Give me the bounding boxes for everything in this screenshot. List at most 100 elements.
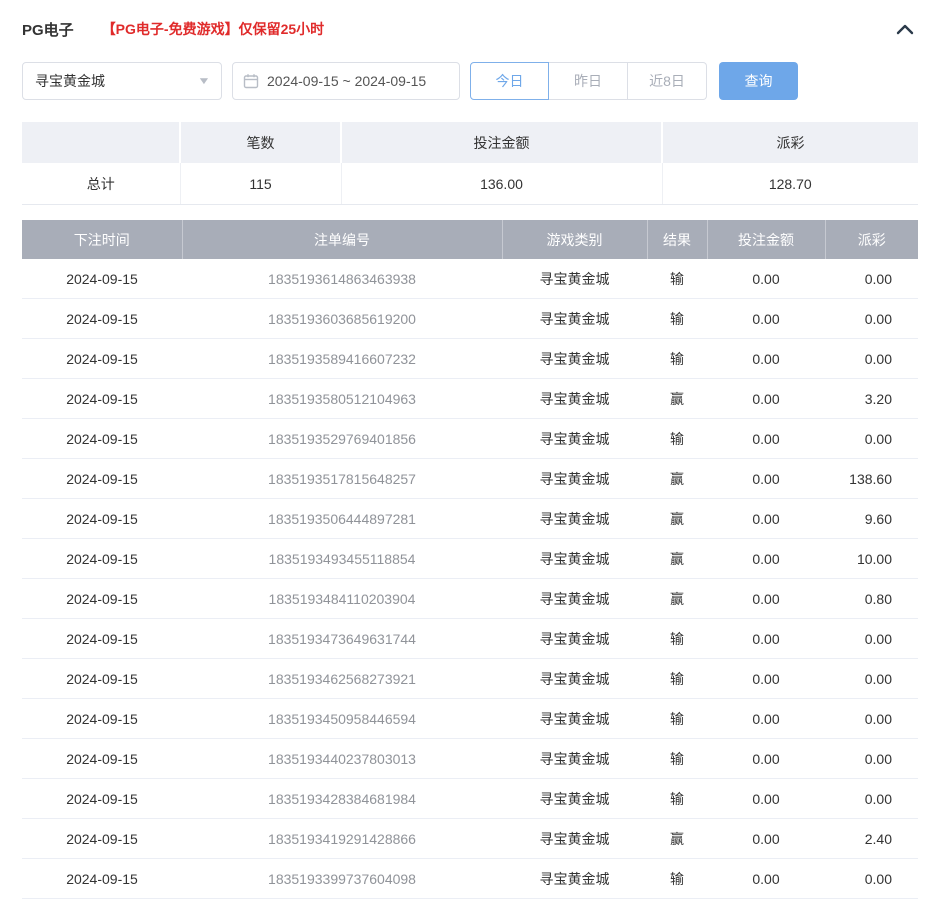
payout-cell: 3.20 [825, 379, 918, 419]
summary-table: 笔数 投注金额 派彩 总计 115 136.00 128.70 [22, 122, 918, 205]
game-type-cell: 寻宝黄金城 [502, 619, 647, 659]
quick-range-yesterday-button[interactable]: 昨日 [549, 62, 628, 100]
game-type-cell: 寻宝黄金城 [502, 859, 647, 899]
caret-down-icon: ▼ [197, 76, 211, 87]
bet-table-header-row: 下注时间 注单编号 游戏类别 结果 投注金额 派彩 [22, 220, 918, 259]
payout-cell: 0.00 [825, 619, 918, 659]
payout-cell: 0.00 [825, 259, 918, 299]
result-cell: 赢 [647, 539, 707, 579]
payout-cell: 0.00 [825, 339, 918, 379]
game-type-cell: 寻宝黄金城 [502, 699, 647, 739]
quick-range-group: 今日 昨日 近8日 [470, 62, 707, 100]
column-header-bet-time: 下注时间 [22, 220, 182, 259]
bet-amount-cell: 0.00 [707, 339, 825, 379]
game-type-cell: 寻宝黄金城 [502, 739, 647, 779]
bet-amount-cell: 0.00 [707, 539, 825, 579]
summary-total-row: 总计 115 136.00 128.70 [22, 163, 918, 205]
quick-range-8days-button[interactable]: 近8日 [628, 62, 707, 100]
bet-amount-cell: 0.00 [707, 419, 825, 459]
bet-table: 下注时间 注单编号 游戏类别 结果 投注金额 派彩 2024-09-151835… [22, 220, 918, 899]
bet-table-row: 2024-09-151835193428384681984寻宝黄金城输0.000… [22, 779, 918, 819]
bet-id-cell: 1835193399737604098 [182, 859, 502, 899]
bet-time-cell: 2024-09-15 [22, 699, 182, 739]
bet-amount-cell: 0.00 [707, 739, 825, 779]
result-cell: 输 [647, 779, 707, 819]
bet-amount-cell: 0.00 [707, 859, 825, 899]
calendar-icon [243, 73, 259, 89]
bet-time-cell: 2024-09-15 [22, 819, 182, 859]
bet-time-cell: 2024-09-15 [22, 419, 182, 459]
summary-header-count: 笔数 [180, 122, 341, 163]
game-select-value: 寻宝黄金城 [35, 71, 105, 91]
result-cell: 赢 [647, 459, 707, 499]
game-select[interactable]: 寻宝黄金城 ▼ [22, 62, 222, 100]
game-type-cell: 寻宝黄金城 [502, 499, 647, 539]
bet-table-row: 2024-09-151835193493455118854寻宝黄金城赢0.001… [22, 539, 918, 579]
bet-table-row: 2024-09-151835193462568273921寻宝黄金城输0.000… [22, 659, 918, 699]
result-cell: 赢 [647, 819, 707, 859]
payout-cell: 0.00 [825, 419, 918, 459]
column-header-result: 结果 [647, 220, 707, 259]
summary-total-count: 115 [180, 163, 341, 205]
result-cell: 输 [647, 659, 707, 699]
summary-header-bet-amount: 投注金额 [341, 122, 662, 163]
payout-cell: 9.60 [825, 499, 918, 539]
bet-amount-cell: 0.00 [707, 259, 825, 299]
bet-id-cell: 1835193589416607232 [182, 339, 502, 379]
bet-id-cell: 1835193493455118854 [182, 539, 502, 579]
bet-time-cell: 2024-09-15 [22, 739, 182, 779]
bet-id-cell: 1835193462568273921 [182, 659, 502, 699]
payout-cell: 0.80 [825, 579, 918, 619]
search-button[interactable]: 查询 [719, 62, 798, 100]
bet-amount-cell: 0.00 [707, 699, 825, 739]
bet-time-cell: 2024-09-15 [22, 379, 182, 419]
summary-total-payout: 128.70 [662, 163, 918, 205]
game-type-cell: 寻宝黄金城 [502, 299, 647, 339]
bet-table-row: 2024-09-151835193517815648257寻宝黄金城赢0.001… [22, 459, 918, 499]
payout-cell: 2.40 [825, 819, 918, 859]
game-type-cell: 寻宝黄金城 [502, 259, 647, 299]
column-header-game-type: 游戏类别 [502, 220, 647, 259]
summary-total-bet-amount: 136.00 [341, 163, 662, 205]
chevron-up-icon [896, 23, 914, 35]
bet-time-cell: 2024-09-15 [22, 779, 182, 819]
bet-time-cell: 2024-09-15 [22, 619, 182, 659]
bet-table-row: 2024-09-151835193529769401856寻宝黄金城输0.000… [22, 419, 918, 459]
bet-table-row: 2024-09-151835193603685619200寻宝黄金城输0.000… [22, 299, 918, 339]
date-range-value: 2024-09-15 ~ 2024-09-15 [267, 73, 426, 89]
game-type-cell: 寻宝黄金城 [502, 339, 647, 379]
game-type-cell: 寻宝黄金城 [502, 379, 647, 419]
summary-total-label: 总计 [22, 163, 180, 205]
bet-table-row: 2024-09-151835193419291428866寻宝黄金城赢0.002… [22, 819, 918, 859]
bet-id-cell: 1835193440237803013 [182, 739, 502, 779]
payout-cell: 0.00 [825, 859, 918, 899]
game-type-cell: 寻宝黄金城 [502, 659, 647, 699]
bet-id-cell: 1835193419291428866 [182, 819, 502, 859]
bet-amount-cell: 0.00 [707, 299, 825, 339]
game-type-cell: 寻宝黄金城 [502, 579, 647, 619]
bet-table-body: 2024-09-151835193614863463938寻宝黄金城输0.000… [22, 259, 918, 899]
bet-time-cell: 2024-09-15 [22, 539, 182, 579]
bet-time-cell: 2024-09-15 [22, 579, 182, 619]
bet-id-cell: 1835193506444897281 [182, 499, 502, 539]
result-cell: 输 [647, 419, 707, 459]
game-type-cell: 寻宝黄金城 [502, 539, 647, 579]
quick-range-today-button[interactable]: 今日 [470, 62, 549, 100]
payout-cell: 138.60 [825, 459, 918, 499]
result-cell: 输 [647, 259, 707, 299]
bet-amount-cell: 0.00 [707, 659, 825, 699]
column-header-bet-amount: 投注金额 [707, 220, 825, 259]
bet-id-cell: 1835193473649631744 [182, 619, 502, 659]
collapse-button[interactable] [892, 19, 918, 39]
result-cell: 输 [647, 299, 707, 339]
game-type-cell: 寻宝黄金城 [502, 779, 647, 819]
date-range-input[interactable]: 2024-09-15 ~ 2024-09-15 [232, 62, 460, 100]
bet-id-cell: 1835193428384681984 [182, 779, 502, 819]
column-header-bet-id: 注单编号 [182, 220, 502, 259]
payout-cell: 0.00 [825, 779, 918, 819]
result-cell: 赢 [647, 379, 707, 419]
filter-row: 寻宝黄金城 ▼ 2024-09-15 ~ 2024-09-15 今日 昨日 近8… [22, 62, 918, 100]
bet-time-cell: 2024-09-15 [22, 259, 182, 299]
summary-header-row: 笔数 投注金额 派彩 [22, 122, 918, 163]
bet-table-row: 2024-09-151835193614863463938寻宝黄金城输0.000… [22, 259, 918, 299]
